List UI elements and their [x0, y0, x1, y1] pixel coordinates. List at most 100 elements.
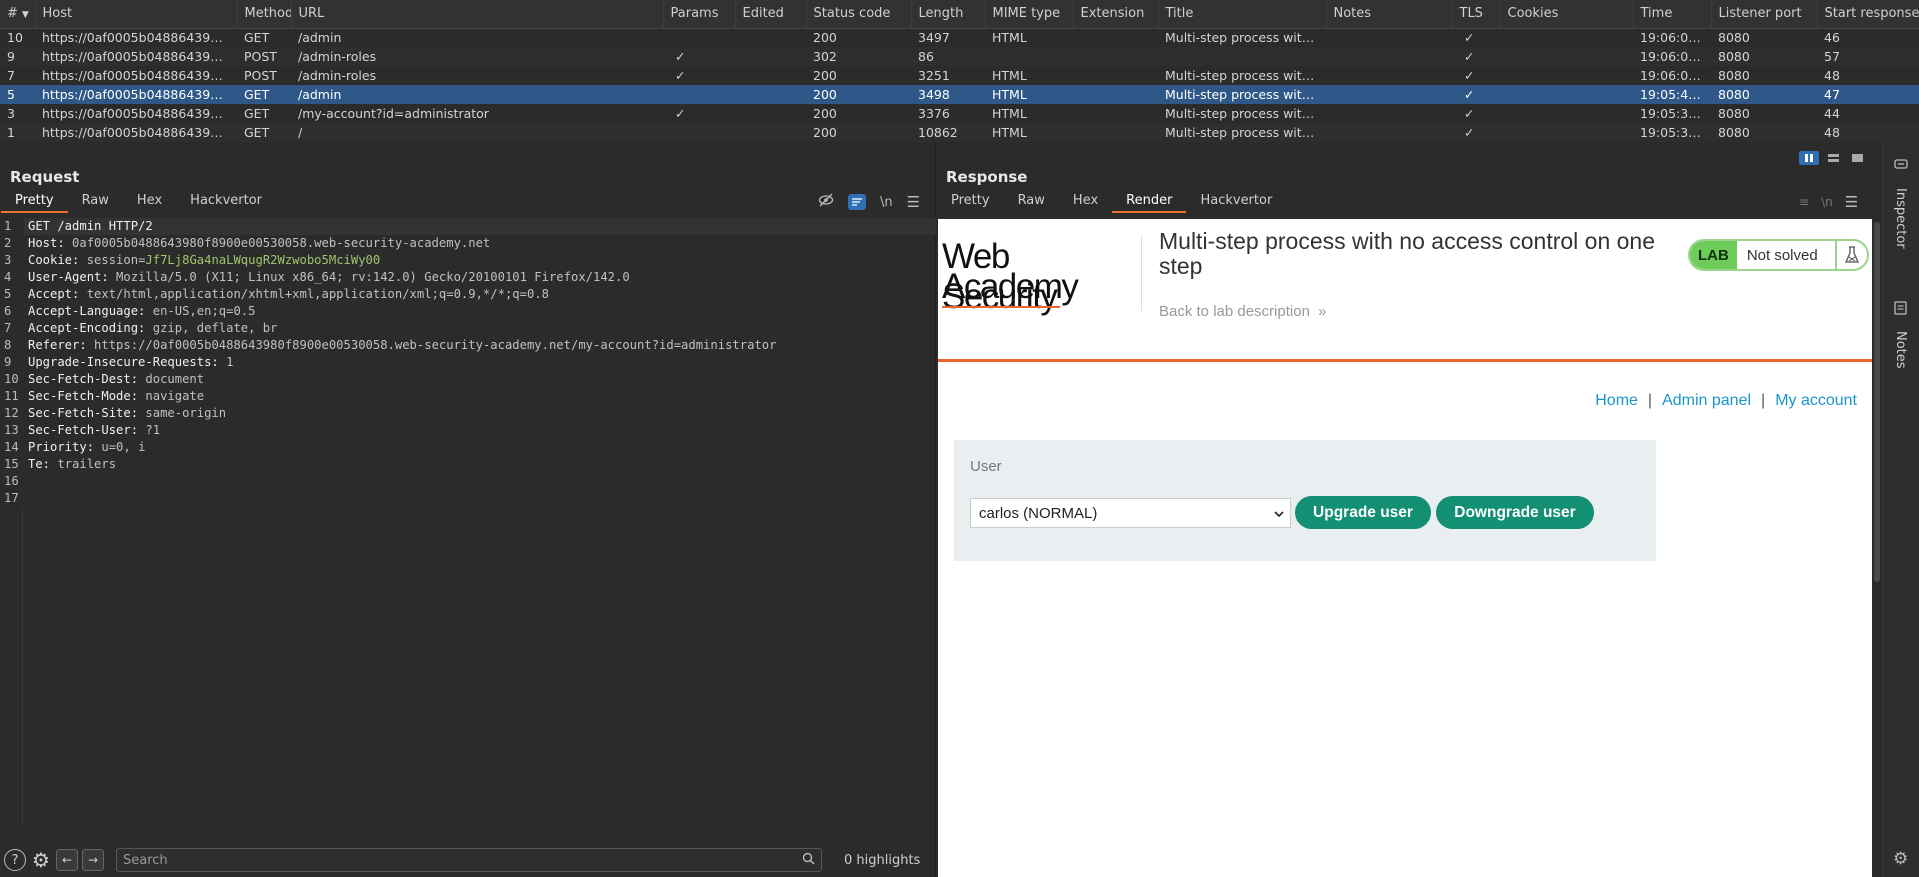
column-header[interactable]: Edited: [735, 0, 807, 29]
column-header[interactable]: # ▼: [0, 0, 36, 29]
back-to-lab-link[interactable]: Back to lab description »: [1159, 303, 1326, 320]
line-text: Sec-Fetch-Site: same-origin: [24, 405, 936, 422]
cell-cookies: [1500, 104, 1633, 123]
tab-hex[interactable]: Hex: [1059, 191, 1112, 213]
header-name: Sec-Fetch-Dest:: [28, 372, 139, 386]
column-header[interactable]: MIME type: [985, 0, 1074, 29]
header-value: ?1: [138, 423, 161, 437]
scrollbar-thumb[interactable]: [1874, 222, 1880, 582]
line-number: 12: [0, 405, 24, 422]
response-scrollbar[interactable]: [1873, 219, 1881, 877]
help-icon[interactable]: ?: [4, 849, 26, 871]
tab-raw[interactable]: Raw: [1004, 191, 1059, 213]
tab-pretty[interactable]: Pretty: [1, 191, 68, 213]
notes-tab[interactable]: Notes: [1893, 331, 1908, 369]
upgrade-user-button[interactable]: Upgrade user: [1295, 496, 1431, 529]
notes-icon[interactable]: [1894, 301, 1907, 319]
single-pane-icon[interactable]: [1847, 151, 1867, 165]
code-line: 3 Cookie: session=Jf7Lj8Ga4naLWqugR2Wzwob…: [0, 252, 936, 269]
code-line: 9 Upgrade-Insecure-Requests: 1: [0, 354, 936, 371]
table-row[interactable]: 5 https://0af0005b048864398... GET/admin 20…: [0, 85, 1919, 104]
inspector-tab[interactable]: Inspector: [1893, 188, 1908, 249]
column-header[interactable]: Extension: [1073, 0, 1159, 29]
cell-start: 57: [1817, 47, 1919, 66]
split-vertical-icon[interactable]: [1823, 151, 1843, 165]
back-arrow-icon[interactable]: ←: [56, 849, 78, 871]
cell-start: 47: [1817, 85, 1919, 104]
gear-icon[interactable]: ⚙: [1893, 849, 1908, 869]
cell-edited: [735, 123, 806, 142]
header-value: 1: [218, 355, 234, 369]
header-value: text/html,application/xhtml+xml,applicat…: [79, 287, 549, 301]
column-header[interactable]: Status code: [806, 0, 912, 29]
split-horizontal-icon[interactable]: [1799, 151, 1819, 165]
cell-title: Multi-step process with ...: [1165, 106, 1326, 121]
column-header[interactable]: Title: [1158, 0, 1327, 29]
cell-params: ✓: [675, 106, 686, 121]
column-header[interactable]: Listener port: [1711, 0, 1818, 29]
menu-icon[interactable]: ☰: [907, 193, 920, 211]
tab-hex[interactable]: Hex: [123, 191, 176, 213]
user-select[interactable]: carlos (NORMAL): [970, 498, 1291, 528]
tab-raw[interactable]: Raw: [68, 191, 123, 213]
column-header[interactable]: Params: [663, 0, 736, 29]
header-name: Referer:: [28, 338, 87, 352]
cell-mime: [985, 47, 1073, 66]
wrap-lines-icon[interactable]: [848, 194, 866, 210]
header-name: Accept-Encoding:: [28, 321, 146, 335]
forward-arrow-icon[interactable]: →: [82, 849, 104, 871]
cell-cookies: [1500, 47, 1633, 66]
table-row[interactable]: 1 https://0af0005b048864398... GET/ 200 1086…: [0, 123, 1919, 142]
line-text: Sec-Fetch-User: ?1: [24, 422, 936, 439]
line-number: 2: [0, 235, 24, 252]
cell-start: 48: [1817, 123, 1919, 142]
inspector-icon[interactable]: [1894, 157, 1908, 175]
nav-my-account-link[interactable]: My account: [1775, 392, 1857, 410]
table-row[interactable]: 10 https://0af0005b048864398... GET/admin 2…: [0, 28, 1919, 47]
history-header-row: # ▼ Host Method URL Params Edited Status code Le…: [0, 0, 1919, 29]
table-row[interactable]: 3 https://0af0005b048864398... GET/my-acco…: [0, 104, 1919, 123]
cell-num: 9: [0, 47, 35, 66]
column-header[interactable]: TLS: [1452, 0, 1501, 29]
cell-tls: ✓: [1464, 106, 1475, 121]
nav-admin-panel-link[interactable]: Admin panel: [1662, 392, 1751, 410]
side-panel: Inspector Notes ⚙: [1882, 143, 1919, 877]
cell-params: [663, 123, 735, 142]
header-name: Upgrade-Insecure-Requests:: [28, 355, 219, 369]
newline-toggle[interactable]: \n: [880, 195, 893, 210]
code-line: 12 Sec-Fetch-Site: same-origin: [0, 405, 936, 422]
gear-icon[interactable]: ⚙: [30, 848, 52, 872]
cell-url: /admin: [291, 85, 663, 104]
cell-time: 19:06:09 1...: [1633, 47, 1711, 66]
newline-toggle[interactable]: \n: [1821, 195, 1833, 209]
cell-params: ✓: [675, 68, 686, 83]
line-number: 9: [0, 354, 24, 371]
search-input[interactable]: Search: [116, 848, 822, 872]
tab-pretty[interactable]: Pretty: [937, 191, 1004, 213]
cell-mime: HTML: [992, 106, 1027, 121]
column-header[interactable]: Time: [1633, 0, 1712, 29]
table-row[interactable]: 7 https://0af0005b048864398... POST/admin-…: [0, 66, 1919, 85]
nav-home-link[interactable]: Home: [1595, 392, 1638, 410]
column-header[interactable]: Cookies: [1500, 0, 1634, 29]
session-cookie-value: Jf7Lj8Ga4naLWqugR2Wzwobo5MciWy00: [145, 253, 381, 267]
tab-hackvertor[interactable]: Hackvertor: [176, 191, 276, 213]
column-header[interactable]: Start response ti: [1817, 0, 1919, 29]
hide-icon[interactable]: [818, 193, 834, 211]
layout-toggles: [1799, 151, 1867, 165]
table-row[interactable]: 9 https://0af0005b048864398... POST/admin-…: [0, 47, 1919, 66]
column-header[interactable]: URL: [291, 0, 664, 29]
column-header[interactable]: Length: [911, 0, 986, 29]
request-editor[interactable]: 1 GET /admin HTTP/2 2 Host: 0af0005b0488643…: [0, 218, 936, 826]
cell-host: https://0af0005b048864398...: [35, 123, 237, 142]
downgrade-user-button[interactable]: Downgrade user: [1436, 496, 1594, 529]
column-header[interactable]: Method: [237, 0, 292, 29]
cell-time: 19:06:06 1...: [1640, 68, 1711, 83]
tab-hackvertor[interactable]: Hackvertor: [1186, 191, 1286, 213]
column-header[interactable]: Host: [35, 0, 238, 29]
wrap-lines-icon[interactable]: ≡: [1799, 195, 1809, 209]
menu-icon[interactable]: ☰: [1845, 193, 1858, 211]
tab-render[interactable]: Render: [1112, 191, 1187, 213]
cell-status: 200: [813, 68, 837, 83]
column-header[interactable]: Notes: [1326, 0, 1453, 29]
